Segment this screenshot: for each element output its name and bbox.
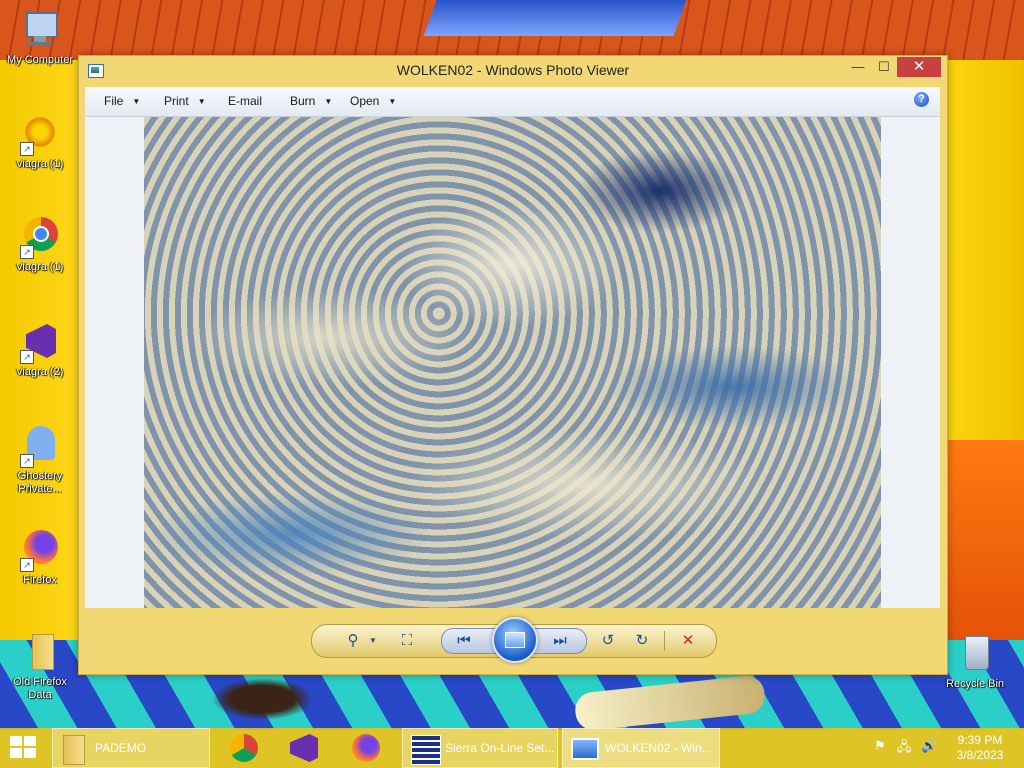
volume-icon[interactable]: 🔊 (921, 738, 937, 754)
ghostery-icon: ↗ (18, 424, 62, 468)
desktop-icon-my-computer[interactable]: My Computer (0, 8, 80, 67)
image-viewport (85, 117, 940, 608)
viewer-toolbar: ⚲ ▼ ⛶ ⏮ ⏭ ↺ ↻ ✕ (311, 617, 717, 663)
desktop-icon-label: Firefox (23, 574, 57, 586)
desktop-icon-ghostery[interactable]: ↗ Ghostery Private... (0, 424, 80, 496)
photo-viewer-icon (571, 738, 599, 760)
menu-email[interactable]: E-mail (228, 94, 262, 108)
network-icon[interactable]: 🖧 (897, 738, 912, 760)
taskbar-item-chrome[interactable] (226, 728, 262, 768)
taskbar-item-pademo[interactable]: PADEMO (52, 728, 210, 768)
chevron-down-icon: ▼ (132, 97, 141, 106)
installer-icon (411, 735, 441, 765)
menu-open-label: Open (350, 94, 380, 108)
close-button[interactable]: ✕ (897, 57, 941, 77)
menu-print[interactable]: Print ▼ (164, 94, 206, 108)
chevron-down-icon: ▼ (197, 97, 206, 106)
desktop-icon-viagra-2[interactable]: ↗ viagra (2) (0, 320, 80, 379)
maximize-button[interactable]: ☐ (871, 57, 897, 77)
help-icon[interactable]: ? (914, 92, 929, 107)
delete-icon[interactable]: ✕ (677, 631, 699, 651)
menu-open[interactable]: Open ▼ (350, 94, 396, 108)
shortcut-arrow-icon: ↗ (20, 454, 34, 468)
visual-studio-icon (290, 734, 318, 762)
chrome-icon: ↗ (18, 215, 62, 259)
toolbar-divider (664, 631, 665, 651)
desktop-icon-label: viagra (1) (16, 261, 64, 273)
menu-file[interactable]: File ▼ (104, 94, 140, 108)
previous-icon[interactable]: ⏮ (453, 631, 475, 651)
start-button[interactable] (10, 736, 38, 760)
firefox-icon: ↗ (18, 528, 62, 572)
chevron-down-icon: ▼ (324, 97, 333, 106)
desktop-icon-label: My Computer (6, 54, 74, 66)
clock-date: 3/8/2023 (956, 748, 1004, 762)
wallpaper-door (946, 440, 1024, 640)
shortcut-arrow-icon: ↗ (20, 245, 34, 259)
taskbar-item-label: PADEMO (95, 741, 147, 755)
menu-burn[interactable]: Burn ▼ (290, 94, 332, 108)
menu-file-label: File (104, 94, 124, 108)
folder-icon (63, 735, 85, 765)
desktop-icon-firefox[interactable]: ↗ Firefox (0, 528, 80, 587)
taskbar-item-visual-studio[interactable] (286, 728, 322, 768)
wallpaper-shoes (205, 675, 320, 723)
taskbar-item-sierra-setup[interactable]: Sierra On-Line Set... (402, 728, 558, 768)
taskbar-item-photo-viewer[interactable]: WOLKEN02 - Win... (562, 728, 720, 768)
desktop-icon-label: Recycle Bin (945, 678, 1005, 690)
shortcut-arrow-icon: ↗ (20, 558, 34, 572)
visual-studio-icon: ↗ (18, 320, 62, 364)
shortcut-arrow-icon: ↗ (20, 142, 34, 156)
zoom-dropdown-icon[interactable]: ▼ (362, 631, 384, 651)
sunburst-icon: ↗ (18, 112, 62, 156)
computer-icon (18, 8, 62, 52)
chrome-icon (230, 734, 258, 762)
taskbar-item-firefox[interactable] (348, 728, 384, 768)
taskbar: PADEMO Sierra On-Line Set... WOLKEN02 - … (0, 728, 1024, 768)
taskbar-item-label: WOLKEN02 - Win... (605, 741, 712, 755)
menu-email-label: E-mail (228, 94, 263, 108)
desktop-icon-viagra-1[interactable]: ↗ viagra (1) (0, 112, 80, 171)
desktop-icon-old-firefox-data[interactable]: Old Firefox Data (0, 630, 80, 702)
window-title: WOLKEN02 - Windows Photo Viewer (396, 62, 630, 78)
next-icon[interactable]: ⏭ (549, 631, 571, 651)
desktop-icon-label: viagra (2) (16, 366, 64, 378)
menu-bar: File ▼ Print ▼ E-mail Burn ▼ Open ▼ ? (85, 87, 940, 117)
taskbar-clock[interactable]: 9:39 PM 3/8/2023 (950, 733, 1010, 763)
actual-size-icon[interactable]: ⛶ (396, 631, 418, 651)
rotate-left-icon[interactable]: ↺ (597, 631, 619, 651)
chevron-down-icon: ▼ (388, 97, 397, 106)
desktop-icon-viagra-chrome[interactable]: ↗ viagra (1) (0, 215, 80, 274)
taskbar-item-label: Sierra On-Line Set... (445, 741, 555, 755)
rotate-right-icon[interactable]: ↻ (631, 631, 653, 651)
firefox-icon (352, 734, 380, 762)
flag-icon[interactable]: ⚑ (874, 738, 886, 754)
window-titlebar[interactable]: WOLKEN02 - Windows Photo Viewer — ☐ ✕ (79, 56, 947, 86)
menu-burn-label: Burn (290, 94, 316, 108)
slideshow-button[interactable] (492, 617, 538, 663)
desktop-icon-label: Old Firefox Data (13, 676, 67, 701)
menu-print-label: Print (164, 94, 189, 108)
windows-logo-icon (10, 736, 22, 746)
zoom-icon[interactable]: ⚲ (342, 631, 364, 651)
wallpaper-skylight (423, 0, 687, 36)
minimize-button[interactable]: — (845, 57, 871, 77)
cloud-photo[interactable] (144, 117, 881, 608)
desktop-icon-label: viagra (1) (16, 158, 64, 170)
desktop-icon-label: Ghostery Private... (17, 470, 63, 495)
shortcut-arrow-icon: ↗ (20, 350, 34, 364)
recycle-bin-icon (953, 632, 997, 676)
clock-time: 9:39 PM (957, 733, 1003, 747)
folder-icon (18, 630, 62, 674)
photo-viewer-window: WOLKEN02 - Windows Photo Viewer — ☐ ✕ Fi… (78, 55, 948, 675)
